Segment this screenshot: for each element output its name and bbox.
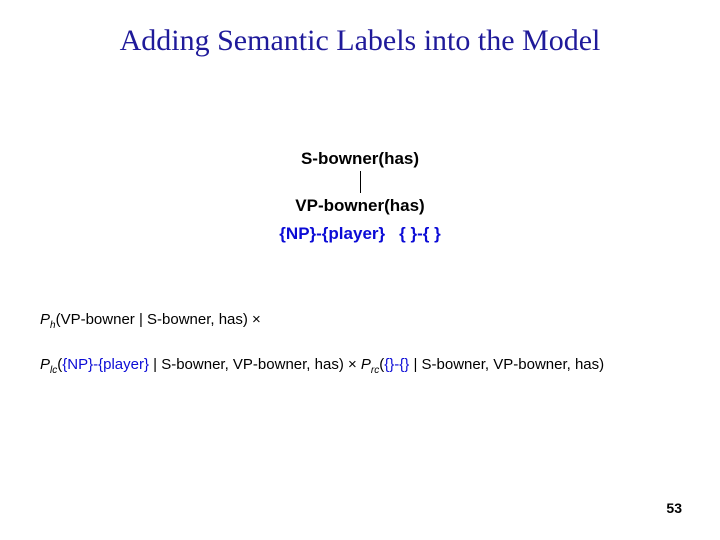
tree-edge: [360, 171, 361, 193]
slide: Adding Semantic Labels into the Model S-…: [0, 0, 720, 540]
p-symbol-rc: P: [361, 356, 371, 373]
leaf-right: { }-{ }: [399, 224, 441, 243]
np-player-term: {NP}-{player}: [62, 356, 149, 373]
slide-title: Adding Semantic Labels into the Model: [0, 24, 720, 58]
tree-root: S-bowner(has): [0, 150, 720, 167]
formula-line-2: Plc({NP}-{player} | S-bowner, VP-bowner,…: [40, 355, 680, 378]
formula-2-mid: | S-bowner, VP-bowner, has) ×: [149, 356, 361, 373]
empty-sets-term: {}-{}: [384, 356, 409, 373]
p-symbol-lc: P: [40, 356, 50, 373]
p-symbol: P: [40, 311, 50, 328]
parse-tree: S-bowner(has) VP-bowner(has) {NP}-{playe…: [0, 150, 720, 244]
formula-2-end: | S-bowner, VP-bowner, has): [409, 356, 604, 373]
probability-formulae: Ph(VP-bowner | S-bowner, has) × Plc({NP}…: [40, 310, 680, 399]
page-number: 53: [666, 500, 682, 516]
p-sub-rc: rc: [371, 365, 379, 376]
leaf-left: {NP}-{player}: [279, 224, 385, 243]
formula-1-body: (VP-bowner | S-bowner, has) ×: [56, 311, 261, 328]
formula-line-1: Ph(VP-bowner | S-bowner, has) ×: [40, 310, 680, 333]
tree-leaves: {NP}-{player} { }-{ }: [0, 224, 720, 244]
tree-mid: VP-bowner(has): [0, 197, 720, 214]
